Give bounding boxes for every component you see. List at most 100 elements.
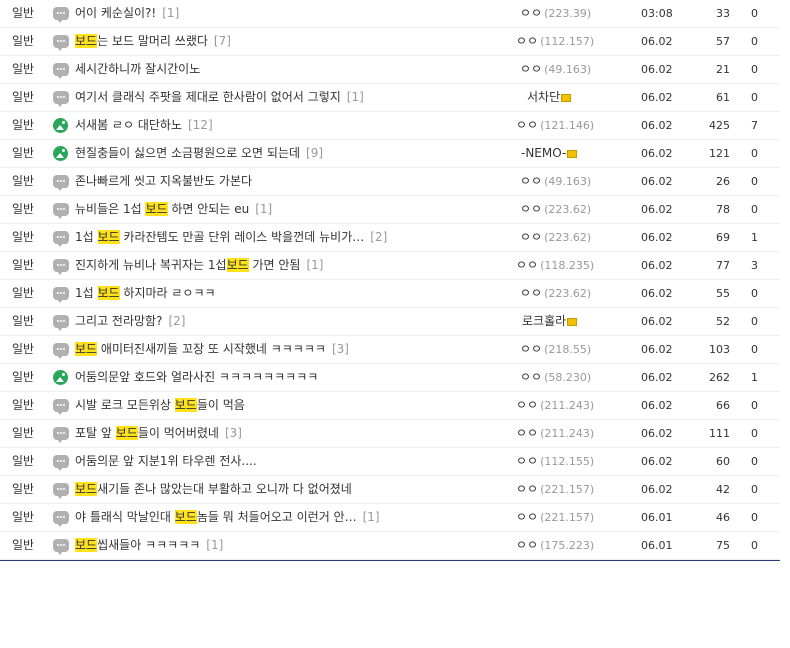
post-category: 일반 xyxy=(12,118,35,132)
post-title-link[interactable]: 1섭 보드 하지마라 ㄹㅇㅋㅋ xyxy=(75,280,216,307)
post-title-link[interactable]: 보드새기들 존나 많았는대 부활하고 오니까 다 없어졌네 xyxy=(75,476,352,503)
table-row[interactable]: 일반 그리고 전라망함? [2] 로크홀라 06.02 52 0 xyxy=(0,308,780,336)
reply-count[interactable]: [3] xyxy=(225,426,242,440)
post-date: 06.02 xyxy=(641,371,673,384)
reply-count[interactable]: [1] xyxy=(306,258,323,272)
post-title-link[interactable]: 세시간하니까 잘시간이노 xyxy=(75,56,200,83)
post-title-link[interactable]: 서새봄 ㄹㅇ 대단하노 [12] xyxy=(75,112,213,139)
reply-count[interactable]: [3] xyxy=(332,342,349,356)
post-date: 06.02 xyxy=(641,147,673,160)
post-date: 06.02 xyxy=(641,259,673,272)
post-writer[interactable]: ㅇㅇ (112.157) xyxy=(516,28,594,55)
vote-count: 0 xyxy=(751,399,758,412)
post-category: 일반 xyxy=(12,342,35,356)
reply-count[interactable]: [1] xyxy=(162,6,179,20)
post-writer[interactable]: ㅇㅇ (218.55) xyxy=(520,336,591,363)
post-writer[interactable]: ㅇㅇ (49.163) xyxy=(520,168,591,195)
reply-count[interactable]: [9] xyxy=(306,146,323,160)
post-title-link[interactable]: 포탈 앞 보드들이 먹어버렸네 [3] xyxy=(75,420,242,447)
vote-count: 7 xyxy=(751,119,758,132)
post-date: 06.02 xyxy=(641,483,673,496)
post-writer[interactable]: ㅇㅇ (223.62) xyxy=(520,224,591,251)
post-title-link[interactable]: 어둠의문 앞 지분1위 타우렌 전사.... xyxy=(75,448,257,475)
table-row[interactable]: 일반 보드새기들 존나 많았는대 부활하고 오니까 다 없어졌네 ㅇㅇ (221.15… xyxy=(0,476,780,504)
table-row[interactable]: 일반 세시간하니까 잘시간이노 ㅇㅇ (49.163) 06.02 21 0 xyxy=(0,56,780,84)
table-row[interactable]: 일반 어이 케순실이?! [1] ㅇㅇ (223.39) 03:08 33 0 xyxy=(0,0,780,28)
post-title-link[interactable]: 뉴비들은 1섭 보드 하면 안되는 eu [1] xyxy=(75,196,272,223)
post-title-link[interactable]: 진지하게 뉴비나 복귀자는 1섭보드 가면 안됨 [1] xyxy=(75,252,323,279)
table-row[interactable]: 일반 1섭 보드 하지마라 ㄹㅇㅋㅋ ㅇㅇ (223.62) 06.02 55 0 xyxy=(0,280,780,308)
post-date: 06.02 xyxy=(641,455,673,468)
post-category: 일반 xyxy=(12,426,35,440)
reply-count[interactable]: [2] xyxy=(370,230,387,244)
post-writer[interactable]: ㅇㅇ (49.163) xyxy=(520,56,591,83)
table-row[interactable]: 일반 어둠의문앞 호드와 얼라사진 ㅋㅋㅋㅋㅋㅋㅋㅋㅋ ㅇㅇ (58.230) 06.0… xyxy=(0,364,780,392)
post-writer[interactable]: ㅇㅇ (112.155) xyxy=(516,448,594,475)
reply-count[interactable]: [12] xyxy=(188,118,213,132)
table-row[interactable]: 일반 1섭 보드 카라잔템도 만골 단위 레이스 박을껀데 뉴비가… [2] ㅇㅇ (2… xyxy=(0,224,780,252)
vote-count: 0 xyxy=(751,91,758,104)
post-title-link[interactable]: 어둠의문앞 호드와 얼라사진 ㅋㅋㅋㅋㅋㅋㅋㅋㅋ xyxy=(75,364,318,391)
post-title-link[interactable]: 어이 케순실이?! [1] xyxy=(75,0,179,27)
post-title-link[interactable]: 여기서 클래식 주팟을 제대로 한사람이 없어서 그렇지 [1] xyxy=(75,84,364,111)
post-writer[interactable]: ㅇㅇ (211.243) xyxy=(516,420,594,447)
table-row[interactable]: 일반 보드는 보드 말머리 쓰랬다 [7] ㅇㅇ (112.157) 06.02 57 0 xyxy=(0,28,780,56)
post-category: 일반 xyxy=(12,62,35,76)
post-title-link[interactable]: 보드씹새들아 ㅋㅋㅋㅋㅋ [1] xyxy=(75,532,223,559)
post-date: 06.02 xyxy=(641,427,673,440)
view-count: 262 xyxy=(709,371,730,384)
vote-count: 0 xyxy=(751,63,758,76)
table-row[interactable]: 일반 어둠의문 앞 지분1위 타우렌 전사.... ㅇㅇ (112.155) 06.02… xyxy=(0,448,780,476)
table-row[interactable]: 일반 현질충들이 싫으면 소금평원으로 오면 되는데 [9] -NEMO- 06.02 1… xyxy=(0,140,780,168)
reply-count[interactable]: [1] xyxy=(363,510,380,524)
table-row[interactable]: 일반 존나빠르게 씻고 지옥불반도 가본다 ㅇㅇ (49.163) 06.02 26 0 xyxy=(0,168,780,196)
table-row[interactable]: 일반 보드씹새들아 ㅋㅋㅋㅋㅋ [1] ㅇㅇ (175.223) 06.01 75 0 xyxy=(0,532,780,560)
post-category: 일반 xyxy=(12,482,35,496)
table-row[interactable]: 일반 서새봄 ㄹㅇ 대단하노 [12] ㅇㅇ (121.146) 06.02 425 7 xyxy=(0,112,780,140)
post-writer[interactable]: ㅇㅇ (223.62) xyxy=(520,196,591,223)
post-date: 06.02 xyxy=(641,287,673,300)
reply-count[interactable]: [1] xyxy=(206,538,223,552)
vote-count: 0 xyxy=(751,315,758,328)
table-row[interactable]: 일반 진지하게 뉴비나 복귀자는 1섭보드 가면 안됨 [1] ㅇㅇ (118.235)… xyxy=(0,252,780,280)
post-writer[interactable]: ㅇㅇ (118.235) xyxy=(516,252,594,279)
post-writer[interactable]: 서차단 xyxy=(527,84,572,111)
post-title-link[interactable]: 그리고 전라망함? [2] xyxy=(75,308,185,335)
post-writer[interactable]: ㅇㅇ (223.39) xyxy=(520,0,591,27)
post-writer[interactable]: ㅇㅇ (121.146) xyxy=(516,112,594,139)
post-writer[interactable]: -NEMO- xyxy=(521,140,578,167)
post-title-link[interactable]: 시발 로크 모든위상 보드들이 먹음 xyxy=(75,392,245,419)
post-writer[interactable]: ㅇㅇ (175.223) xyxy=(516,532,594,559)
table-row[interactable]: 일반 포탈 앞 보드들이 먹어버렸네 [3] ㅇㅇ (211.243) 06.02 111 0 xyxy=(0,420,780,448)
post-title-link[interactable]: 보드는 보드 말머리 쓰랬다 [7] xyxy=(75,28,231,55)
table-row[interactable]: 일반 시발 로크 모든위상 보드들이 먹음 ㅇㅇ (211.243) 06.02 66 0 xyxy=(0,392,780,420)
post-title-link[interactable]: 1섭 보드 카라잔템도 만골 단위 레이스 박을껀데 뉴비가… [2] xyxy=(75,224,387,251)
table-row[interactable]: 일반 야 틀래식 막날인대 보드놈들 뭐 처들어오고 이런거 안… [1] ㅇㅇ (22… xyxy=(0,504,780,532)
post-category: 일반 xyxy=(12,146,35,160)
post-writer[interactable]: ㅇㅇ (211.243) xyxy=(516,392,594,419)
post-title-link[interactable]: 존나빠르게 씻고 지옥불반도 가본다 xyxy=(75,168,252,195)
post-category: 일반 xyxy=(12,90,35,104)
text-post-icon xyxy=(53,315,69,331)
reply-count[interactable]: [1] xyxy=(347,90,364,104)
post-title-link[interactable]: 야 틀래식 막날인대 보드놈들 뭐 처들어오고 이런거 안… [1] xyxy=(75,504,380,531)
reply-count[interactable]: [2] xyxy=(168,314,185,328)
text-post-icon xyxy=(53,287,69,303)
table-row[interactable]: 일반 여기서 클래식 주팟을 제대로 한사람이 없어서 그렇지 [1] 서차단 06.0… xyxy=(0,84,780,112)
post-writer[interactable]: ㅇㅇ (58.230) xyxy=(520,364,591,391)
post-writer[interactable]: ㅇㅇ (221.157) xyxy=(516,504,594,531)
view-count: 26 xyxy=(716,175,730,188)
post-writer[interactable]: ㅇㅇ (223.62) xyxy=(520,280,591,307)
post-title-link[interactable]: 보드 애미터진새끼들 꼬장 또 시작했네 ㅋㅋㅋㅋㅋ [3] xyxy=(75,336,349,363)
post-writer[interactable]: ㅇㅇ (221.157) xyxy=(516,476,594,503)
reply-count[interactable]: [7] xyxy=(214,34,231,48)
post-category: 일반 xyxy=(12,370,35,384)
table-row[interactable]: 일반 뉴비들은 1섭 보드 하면 안되는 eu [1] ㅇㅇ (223.62) 06.02… xyxy=(0,196,780,224)
post-writer[interactable]: 로크홀라 xyxy=(522,308,578,335)
vote-count: 0 xyxy=(751,35,758,48)
table-row[interactable]: 일반 보드 애미터진새끼들 꼬장 또 시작했네 ㅋㅋㅋㅋㅋ [3] ㅇㅇ (218.55… xyxy=(0,336,780,364)
post-category: 일반 xyxy=(12,538,35,552)
post-title-link[interactable]: 현질충들이 싫으면 소금평원으로 오면 되는데 [9] xyxy=(75,140,323,167)
reply-count[interactable]: [1] xyxy=(255,202,272,216)
view-count: 33 xyxy=(716,7,730,20)
